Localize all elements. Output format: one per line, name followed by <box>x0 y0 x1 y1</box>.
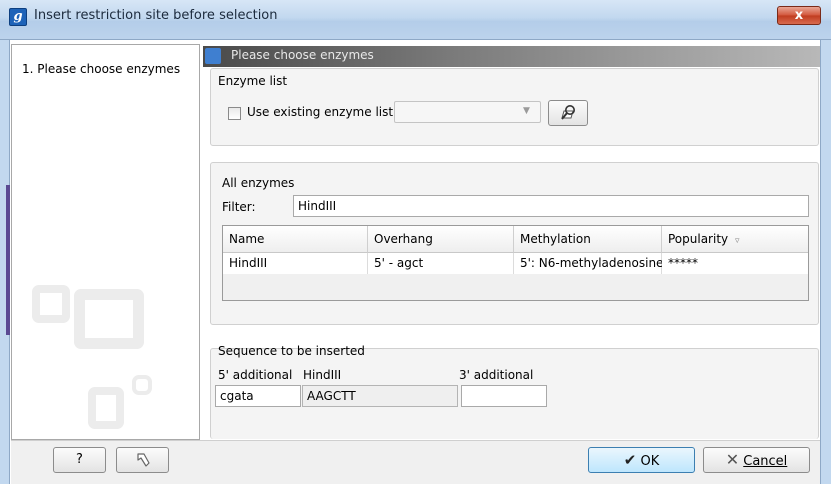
ok-label: OK <box>640 454 660 469</box>
three-prime-label: 3' additional <box>459 368 534 382</box>
enzyme-list-legend: Enzyme list <box>218 74 288 88</box>
column-header-name[interactable]: Name <box>223 226 368 253</box>
filter-input[interactable]: HindIII <box>293 195 809 217</box>
cancel-label: Cancel <box>743 454 788 469</box>
sort-icon: ▿ <box>734 236 740 246</box>
close-icon: x <box>794 8 804 23</box>
steps-panel <box>11 44 200 440</box>
header-marker-icon <box>205 48 221 64</box>
close-button[interactable]: x <box>777 6 821 25</box>
use-existing-list-label[interactable]: Use existing enzyme list <box>247 105 393 119</box>
watermark-square <box>74 289 144 349</box>
column-header-methylation[interactable]: Methylation <box>514 226 662 253</box>
watermark-square <box>32 285 70 323</box>
cell-popularity: ***** <box>662 253 808 274</box>
search-folder-icon <box>561 105 575 120</box>
column-header-popularity[interactable]: Popularity ▿ <box>662 226 808 253</box>
five-prime-label: 5' additional <box>218 368 293 382</box>
enzymes-table[interactable]: Name Overhang Methylation Popularity ▿ H… <box>222 225 809 301</box>
app-icon: g <box>9 8 27 26</box>
cell-overhang: 5' - agct <box>368 253 514 274</box>
frame-accent <box>6 185 10 335</box>
cell-name: HindIII <box>223 253 368 274</box>
watermark-square <box>132 375 152 395</box>
filter-label: Filter: <box>222 200 256 214</box>
reset-arrow-icon <box>136 453 150 467</box>
use-existing-list-checkbox[interactable] <box>228 107 241 120</box>
help-button[interactable]: ? <box>53 447 106 473</box>
enzyme-list-combo[interactable]: ▼ <box>394 101 541 123</box>
help-label: ? <box>76 452 83 467</box>
cancel-button[interactable]: ✕ Cancel <box>703 447 810 473</box>
watermark-square <box>88 387 124 429</box>
site-sequence-field: AAGCTT <box>302 385 458 407</box>
all-enzymes-legend: All enzymes <box>222 176 295 190</box>
column-header-overhang[interactable]: Overhang <box>368 226 514 253</box>
step-header-title: Please choose enzymes <box>231 48 374 62</box>
browse-enzyme-list-button[interactable] <box>548 100 588 126</box>
window-frame-right <box>820 40 831 484</box>
sequence-legend: Sequence to be inserted <box>218 344 365 358</box>
window-title: Insert restriction site before selection <box>34 8 278 23</box>
site-label: HindIII <box>303 368 342 382</box>
cancel-x-icon: ✕ <box>725 450 740 469</box>
chevron-down-icon: ▼ <box>523 106 530 116</box>
step-item-choose-enzymes[interactable]: 1. Please choose enzymes <box>22 62 180 76</box>
column-header-popularity-label: Popularity <box>668 232 729 246</box>
five-prime-input[interactable]: cgata <box>215 385 301 407</box>
ok-button[interactable]: ✔ OK <box>588 447 695 473</box>
checkmark-icon: ✔ <box>623 451 637 469</box>
three-prime-input[interactable] <box>461 385 547 407</box>
cell-methylation: 5': N6-methyladenosine <box>514 253 663 274</box>
restore-defaults-button[interactable] <box>116 447 169 473</box>
